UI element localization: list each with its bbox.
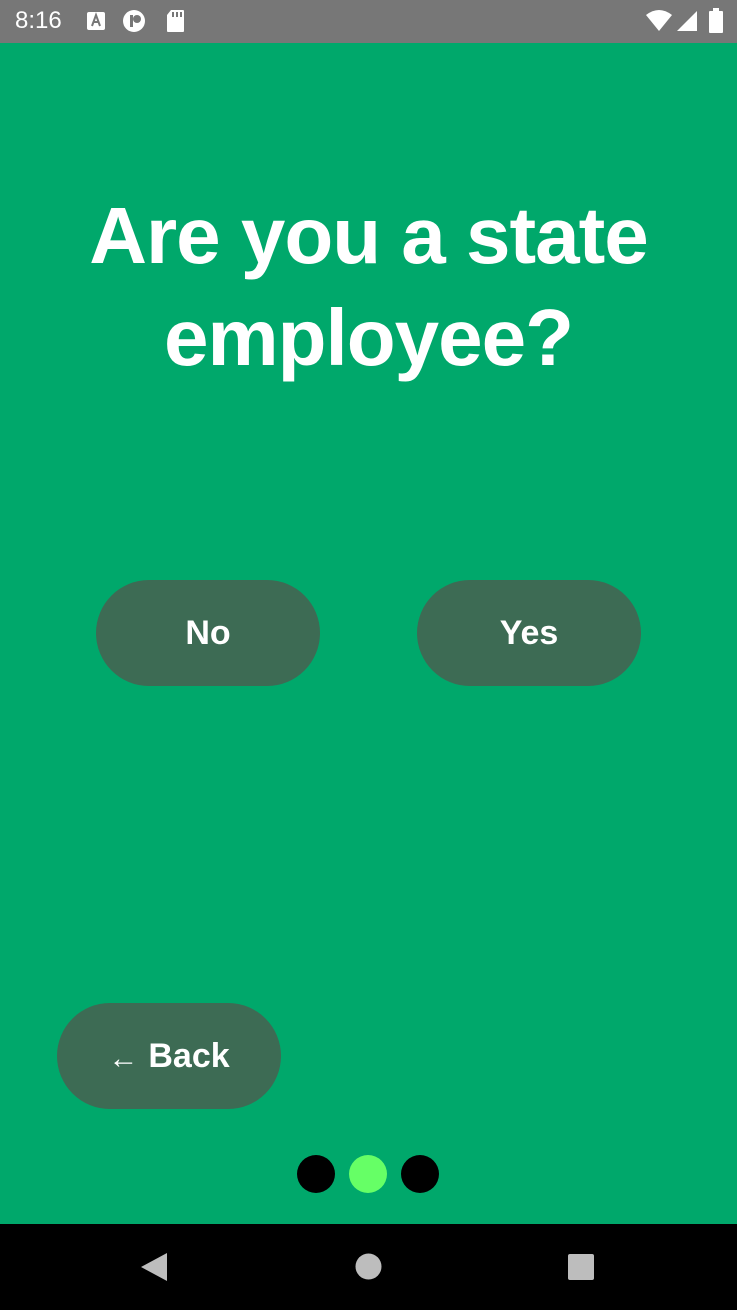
status-bar: 8:16 (0, 0, 737, 43)
battery-icon (709, 8, 723, 33)
home-circle-icon[interactable] (355, 1253, 382, 1280)
progress-dots (0, 1155, 737, 1193)
status-time: 8:16 (15, 7, 62, 34)
arrow-left-icon: ← (108, 1042, 139, 1075)
a-box-icon (87, 12, 105, 30)
yes-button[interactable]: Yes (417, 580, 641, 686)
sd-card-icon (167, 10, 184, 32)
progress-dot-1 (297, 1155, 335, 1193)
back-button[interactable]: ← Back (57, 1003, 281, 1109)
progress-dot-2 (349, 1155, 387, 1193)
question-title: Are you a state employee? (89, 191, 649, 382)
wifi-icon (646, 10, 672, 31)
progress-dot-3 (401, 1155, 439, 1193)
no-button[interactable]: No (96, 580, 320, 686)
yes-button-label: Yes (499, 613, 559, 652)
system-nav-bar (0, 1224, 737, 1310)
recent-square-icon[interactable] (567, 1253, 595, 1281)
back-button-label: Back (148, 1036, 230, 1075)
p-circle-icon (123, 10, 145, 32)
signal-icon (677, 11, 697, 31)
question-screen: Are you a state employee? No Yes ← Back (0, 43, 737, 1224)
back-triangle-icon[interactable] (140, 1252, 168, 1282)
no-button-label: No (185, 613, 231, 652)
